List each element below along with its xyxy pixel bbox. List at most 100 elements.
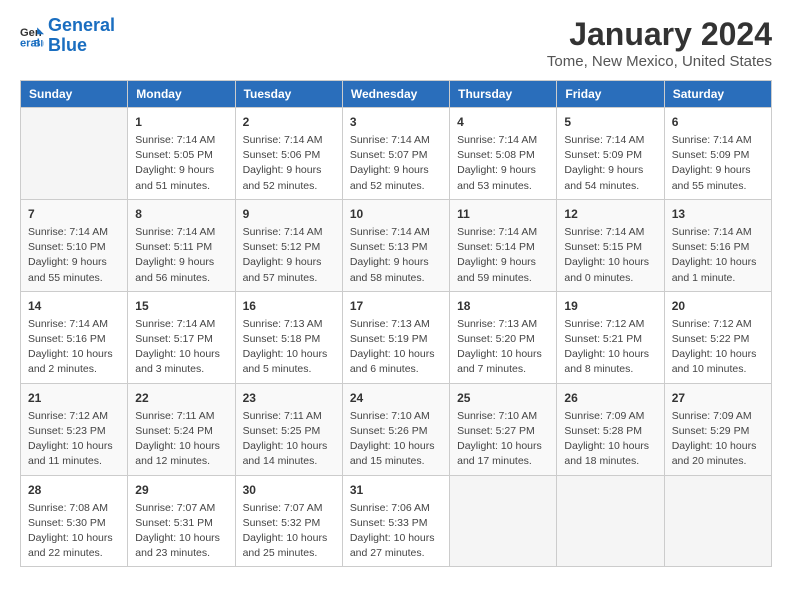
header-thursday: Thursday: [450, 81, 557, 108]
calendar-cell: 26Sunrise: 7:09 AM Sunset: 5:28 PM Dayli…: [557, 383, 664, 475]
day-info: Sunrise: 7:14 AM Sunset: 5:16 PM Dayligh…: [28, 317, 120, 378]
day-number: 13: [672, 205, 764, 223]
day-number: 11: [457, 205, 549, 223]
calendar-cell: 1 Sunrise: 7:14 AM Sunset: 5:05 PM Daylig…: [128, 108, 235, 200]
day-info: Sunrise: 7:09 AM Sunset: 5:28 PM Dayligh…: [564, 409, 656, 470]
calendar-cell: 3Sunrise: 7:14 AM Sunset: 5:07 PM Daylig…: [342, 108, 449, 200]
day-info: Sunrise: 7:10 AM Sunset: 5:26 PM Dayligh…: [350, 409, 442, 470]
calendar-cell: 27 Sunrise: 7:09 AM Sunset: 5:29 PM Dayli…: [664, 383, 771, 475]
calendar-subtitle: Tome, New Mexico, United States: [547, 53, 772, 70]
day-info: Sunrise: 7:13 AM Sunset: 5:19 PM Dayligh…: [350, 317, 442, 378]
day-info: Sunrise: 7:07 AM Sunset: 5:32 PM Dayligh…: [243, 501, 335, 562]
calendar-cell: 13 Sunrise: 7:14 AM Sunset: 5:16 PM Dayli…: [664, 199, 771, 291]
day-number: 16: [243, 297, 335, 315]
day-info: Sunrise: 7:14 AM Sunset: 5:13 PM Dayligh…: [350, 225, 442, 286]
day-number: 30: [243, 481, 335, 499]
day-number: 9: [243, 205, 335, 223]
day-info: Sunrise: 7:13 AM Sunset: 5:18 PM Dayligh…: [243, 317, 335, 378]
day-info: Sunrise: 7:08 AM Sunset: 5:30 PM Dayligh…: [28, 501, 120, 562]
header-friday: Friday: [557, 81, 664, 108]
day-number: 28: [28, 481, 120, 499]
calendar-cell: 6Sunrise: 7:14 AM Sunset: 5:09 PM Daylig…: [664, 108, 771, 200]
day-info: Sunrise: 7:14 AM Sunset: 5:08 PM Dayligh…: [457, 133, 549, 194]
day-info: Sunrise: 7:07 AM Sunset: 5:31 PM Dayligh…: [135, 501, 227, 562]
day-info: Sunrise: 7:14 AM Sunset: 5:09 PM Dayligh…: [564, 133, 656, 194]
calendar-cell: 8 Sunrise: 7:14 AM Sunset: 5:11 PM Daylig…: [128, 199, 235, 291]
day-number: 6: [672, 113, 764, 131]
header-saturday: Saturday: [664, 81, 771, 108]
calendar-title-area: January 2024 Tome, New Mexico, United St…: [547, 16, 772, 70]
header-monday: Monday: [128, 81, 235, 108]
calendar-table: SundayMondayTuesdayWednesdayThursdayFrid…: [20, 80, 772, 567]
calendar-cell: 20 Sunrise: 7:12 AM Sunset: 5:22 PM Dayli…: [664, 291, 771, 383]
calendar-cell: 12 Sunrise: 7:14 AM Sunset: 5:15 PM Dayli…: [557, 199, 664, 291]
day-number: 25: [457, 389, 549, 407]
header-sunday: Sunday: [21, 81, 128, 108]
day-number: 22: [135, 389, 227, 407]
calendar-cell: 9 Sunrise: 7:14 AM Sunset: 5:12 PM Daylig…: [235, 199, 342, 291]
calendar-cell: [664, 475, 771, 567]
day-number: 10: [350, 205, 442, 223]
day-number: 5: [564, 113, 656, 131]
calendar-title: January 2024: [547, 16, 772, 53]
day-info: Sunrise: 7:06 AM Sunset: 5:33 PM Dayligh…: [350, 501, 442, 562]
page-header: Gen eral Blue General Blue January 2024 …: [20, 16, 772, 70]
day-info: Sunrise: 7:14 AM Sunset: 5:12 PM Dayligh…: [243, 225, 335, 286]
day-info: Sunrise: 7:14 AM Sunset: 5:07 PM Dayligh…: [350, 133, 442, 194]
logo-text-line2: Blue: [48, 36, 115, 56]
calendar-cell: 18 Sunrise: 7:13 AM Sunset: 5:20 PM Dayli…: [450, 291, 557, 383]
day-info: Sunrise: 7:14 AM Sunset: 5:06 PM Dayligh…: [243, 133, 335, 194]
day-info: Sunrise: 7:14 AM Sunset: 5:15 PM Dayligh…: [564, 225, 656, 286]
day-number: 20: [672, 297, 764, 315]
logo-text-line1: General: [48, 16, 115, 36]
calendar-cell: 10 Sunrise: 7:14 AM Sunset: 5:13 PM Dayli…: [342, 199, 449, 291]
logo-icon: Gen eral Blue: [20, 24, 44, 48]
header-wednesday: Wednesday: [342, 81, 449, 108]
logo: Gen eral Blue General Blue: [20, 16, 115, 56]
day-number: 31: [350, 481, 442, 499]
day-number: 29: [135, 481, 227, 499]
day-number: 21: [28, 389, 120, 407]
day-info: Sunrise: 7:12 AM Sunset: 5:23 PM Dayligh…: [28, 409, 120, 470]
day-number: 12: [564, 205, 656, 223]
calendar-cell: 11 Sunrise: 7:14 AM Sunset: 5:14 PM Dayli…: [450, 199, 557, 291]
day-info: Sunrise: 7:09 AM Sunset: 5:29 PM Dayligh…: [672, 409, 764, 470]
calendar-cell: 4 Sunrise: 7:14 AM Sunset: 5:08 PM Daylig…: [450, 108, 557, 200]
calendar-week-row: 28 Sunrise: 7:08 AM Sunset: 5:30 PM Dayli…: [21, 475, 772, 567]
day-info: Sunrise: 7:14 AM Sunset: 5:14 PM Dayligh…: [457, 225, 549, 286]
day-number: 4: [457, 113, 549, 131]
day-info: Sunrise: 7:14 AM Sunset: 5:16 PM Dayligh…: [672, 225, 764, 286]
calendar-cell: 15Sunrise: 7:14 AM Sunset: 5:17 PM Dayli…: [128, 291, 235, 383]
day-info: Sunrise: 7:12 AM Sunset: 5:22 PM Dayligh…: [672, 317, 764, 378]
calendar-cell: [557, 475, 664, 567]
day-info: Sunrise: 7:12 AM Sunset: 5:21 PM Dayligh…: [564, 317, 656, 378]
day-info: Sunrise: 7:10 AM Sunset: 5:27 PM Dayligh…: [457, 409, 549, 470]
calendar-cell: [450, 475, 557, 567]
day-number: 23: [243, 389, 335, 407]
calendar-cell: 2Sunrise: 7:14 AM Sunset: 5:06 PM Daylig…: [235, 108, 342, 200]
calendar-week-row: 14 Sunrise: 7:14 AM Sunset: 5:16 PM Dayli…: [21, 291, 772, 383]
day-number: 18: [457, 297, 549, 315]
day-number: 1: [135, 113, 227, 131]
calendar-cell: 5 Sunrise: 7:14 AM Sunset: 5:09 PM Daylig…: [557, 108, 664, 200]
day-number: 7: [28, 205, 120, 223]
day-info: Sunrise: 7:14 AM Sunset: 5:17 PM Dayligh…: [135, 317, 227, 378]
header-tuesday: Tuesday: [235, 81, 342, 108]
day-number: 27: [672, 389, 764, 407]
calendar-cell: 25 Sunrise: 7:10 AM Sunset: 5:27 PM Dayli…: [450, 383, 557, 475]
day-number: 19: [564, 297, 656, 315]
day-info: Sunrise: 7:11 AM Sunset: 5:25 PM Dayligh…: [243, 409, 335, 470]
day-info: Sunrise: 7:14 AM Sunset: 5:10 PM Dayligh…: [28, 225, 120, 286]
day-number: 24: [350, 389, 442, 407]
day-info: Sunrise: 7:14 AM Sunset: 5:05 PM Dayligh…: [135, 133, 227, 194]
day-number: 8: [135, 205, 227, 223]
calendar-week-row: 7 Sunrise: 7:14 AM Sunset: 5:10 PM Daylig…: [21, 199, 772, 291]
calendar-week-row: 21 Sunrise: 7:12 AM Sunset: 5:23 PM Dayli…: [21, 383, 772, 475]
calendar-cell: 23 Sunrise: 7:11 AM Sunset: 5:25 PM Dayli…: [235, 383, 342, 475]
calendar-cell: 30 Sunrise: 7:07 AM Sunset: 5:32 PM Dayli…: [235, 475, 342, 567]
calendar-cell: 24 Sunrise: 7:10 AM Sunset: 5:26 PM Dayli…: [342, 383, 449, 475]
calendar-cell: 19 Sunrise: 7:12 AM Sunset: 5:21 PM Dayli…: [557, 291, 664, 383]
day-info: Sunrise: 7:13 AM Sunset: 5:20 PM Dayligh…: [457, 317, 549, 378]
day-number: 14: [28, 297, 120, 315]
day-info: Sunrise: 7:14 AM Sunset: 5:11 PM Dayligh…: [135, 225, 227, 286]
